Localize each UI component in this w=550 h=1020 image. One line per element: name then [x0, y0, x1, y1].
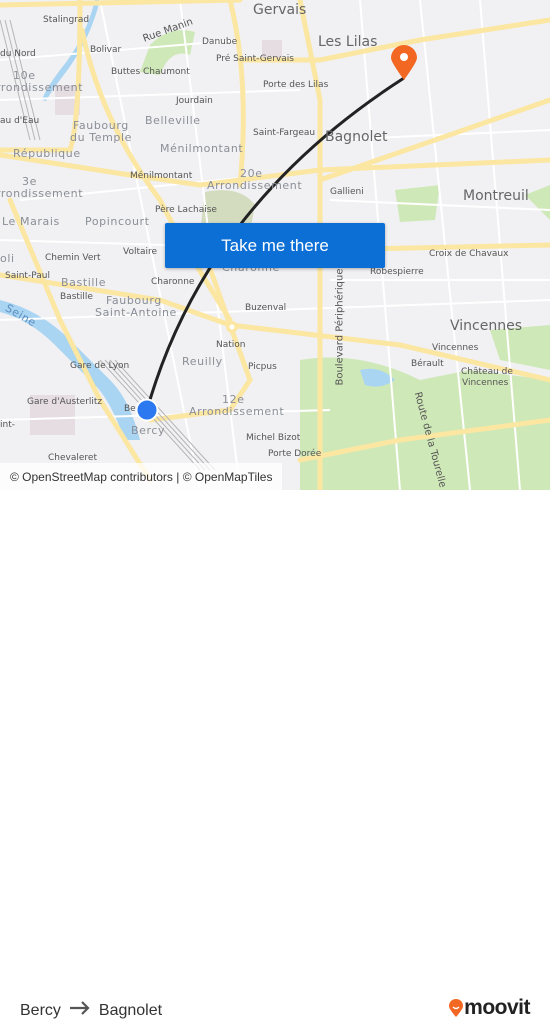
- map-label: Faubourg: [106, 294, 162, 307]
- map-label: Saint-Fargeau: [253, 128, 316, 138]
- arrow-right-icon: [69, 1001, 91, 1020]
- map-label: Bastille: [61, 276, 107, 289]
- map-label: Boulevard Périphérique: [334, 268, 346, 386]
- map-label: Pré Saint-Gervais: [216, 54, 294, 64]
- destination-name: Bagnolet: [98, 1001, 163, 1019]
- take-me-there-button[interactable]: Take me there: [165, 223, 385, 268]
- map-label: Saint-Paul: [5, 271, 50, 281]
- map-label: Gare d'Austerlitz: [27, 397, 103, 407]
- map-label: Gervais: [253, 2, 307, 18]
- map-label: Bastille: [60, 292, 93, 302]
- map-label: Gallieni: [330, 187, 364, 197]
- map-label: Bérault: [411, 359, 444, 369]
- map-label: Porte Dorée: [268, 449, 322, 459]
- map-label: rrondissement: [0, 187, 84, 200]
- map-label: Buttes Chaumont: [111, 67, 190, 77]
- map-label: Chemin Vert: [45, 253, 101, 263]
- brand-name: moovit: [464, 996, 530, 1019]
- map-label: Popincourt: [85, 215, 150, 228]
- map-label: Charonne: [151, 277, 195, 287]
- map-label: Jourdain: [176, 96, 213, 106]
- map-label: Ménilmontant: [130, 171, 193, 181]
- footer: Bercy Bagnolet moovit: [0, 490, 550, 1019]
- map-attribution[interactable]: © OpenStreetMap contributors | © OpenMap…: [0, 463, 283, 490]
- map-label: rrondissement: [0, 81, 84, 94]
- map-label: Croix de Chavaux: [429, 249, 509, 259]
- map-label: du Nord: [0, 49, 36, 59]
- map-label: Bercy: [131, 424, 166, 437]
- map-label: Picpus: [248, 362, 277, 372]
- map-label: Montreuil: [463, 188, 529, 204]
- map-label: Bolivar: [90, 45, 122, 55]
- map-label: 3e: [22, 175, 37, 188]
- map-label: au d'Eau: [0, 116, 40, 126]
- map-label: Be: [124, 404, 136, 414]
- map-label: Danube: [202, 37, 238, 47]
- map-label: Les Lilas: [318, 34, 378, 50]
- destination-pin-icon[interactable]: [391, 45, 417, 80]
- map-label: Vincennes: [462, 378, 509, 388]
- map-label: Michel Bizot: [246, 433, 301, 443]
- moovit-logo[interactable]: moovit: [448, 996, 530, 1020]
- origin-location-dot[interactable]: [135, 398, 159, 422]
- map-label: Voltaire: [123, 247, 158, 257]
- map-label: Faubourg: [73, 119, 129, 132]
- map-label: Reuilly: [182, 355, 223, 368]
- map-label: oli: [0, 252, 15, 265]
- map-label: Arrondissement: [189, 405, 285, 418]
- map-label: Gare de Lyon: [70, 361, 130, 371]
- map-label: Père Lachaise: [155, 205, 217, 215]
- map-label: 10e: [13, 69, 36, 82]
- map-label: Château de: [461, 367, 513, 377]
- moovit-pin-icon: [449, 998, 464, 1017]
- map-label: Belleville: [145, 114, 201, 127]
- map-label: Buzenval: [245, 303, 287, 313]
- map-label: du Temple: [70, 131, 132, 144]
- map-label: Stalingrad: [43, 15, 90, 25]
- map-label: Vincennes: [432, 343, 479, 353]
- map-label: 12e: [222, 393, 245, 406]
- map-label: Vincennes: [450, 318, 522, 334]
- map-label: 20e: [240, 167, 263, 180]
- map-label: Porte des Lilas: [263, 80, 329, 90]
- map-label: Bagnolet: [325, 129, 388, 145]
- map-label: Chevaleret: [48, 453, 97, 463]
- map-label: Saint-Antoine: [95, 306, 177, 319]
- map-label: Arrondissement: [207, 179, 303, 192]
- map-label: Ménilmontant: [160, 142, 244, 155]
- route-summary: Bercy Bagnolet: [20, 1001, 162, 1020]
- map[interactable]: Stalingrad Rue Manin Bolivar Danube Pré …: [0, 0, 550, 490]
- map-label: Robespierre: [370, 267, 424, 277]
- map-label: Nation: [216, 340, 246, 350]
- map-label: int-: [0, 420, 15, 430]
- map-label: République: [13, 147, 81, 160]
- map-label: Le Marais: [2, 215, 60, 228]
- origin-name: Bercy: [20, 1001, 61, 1019]
